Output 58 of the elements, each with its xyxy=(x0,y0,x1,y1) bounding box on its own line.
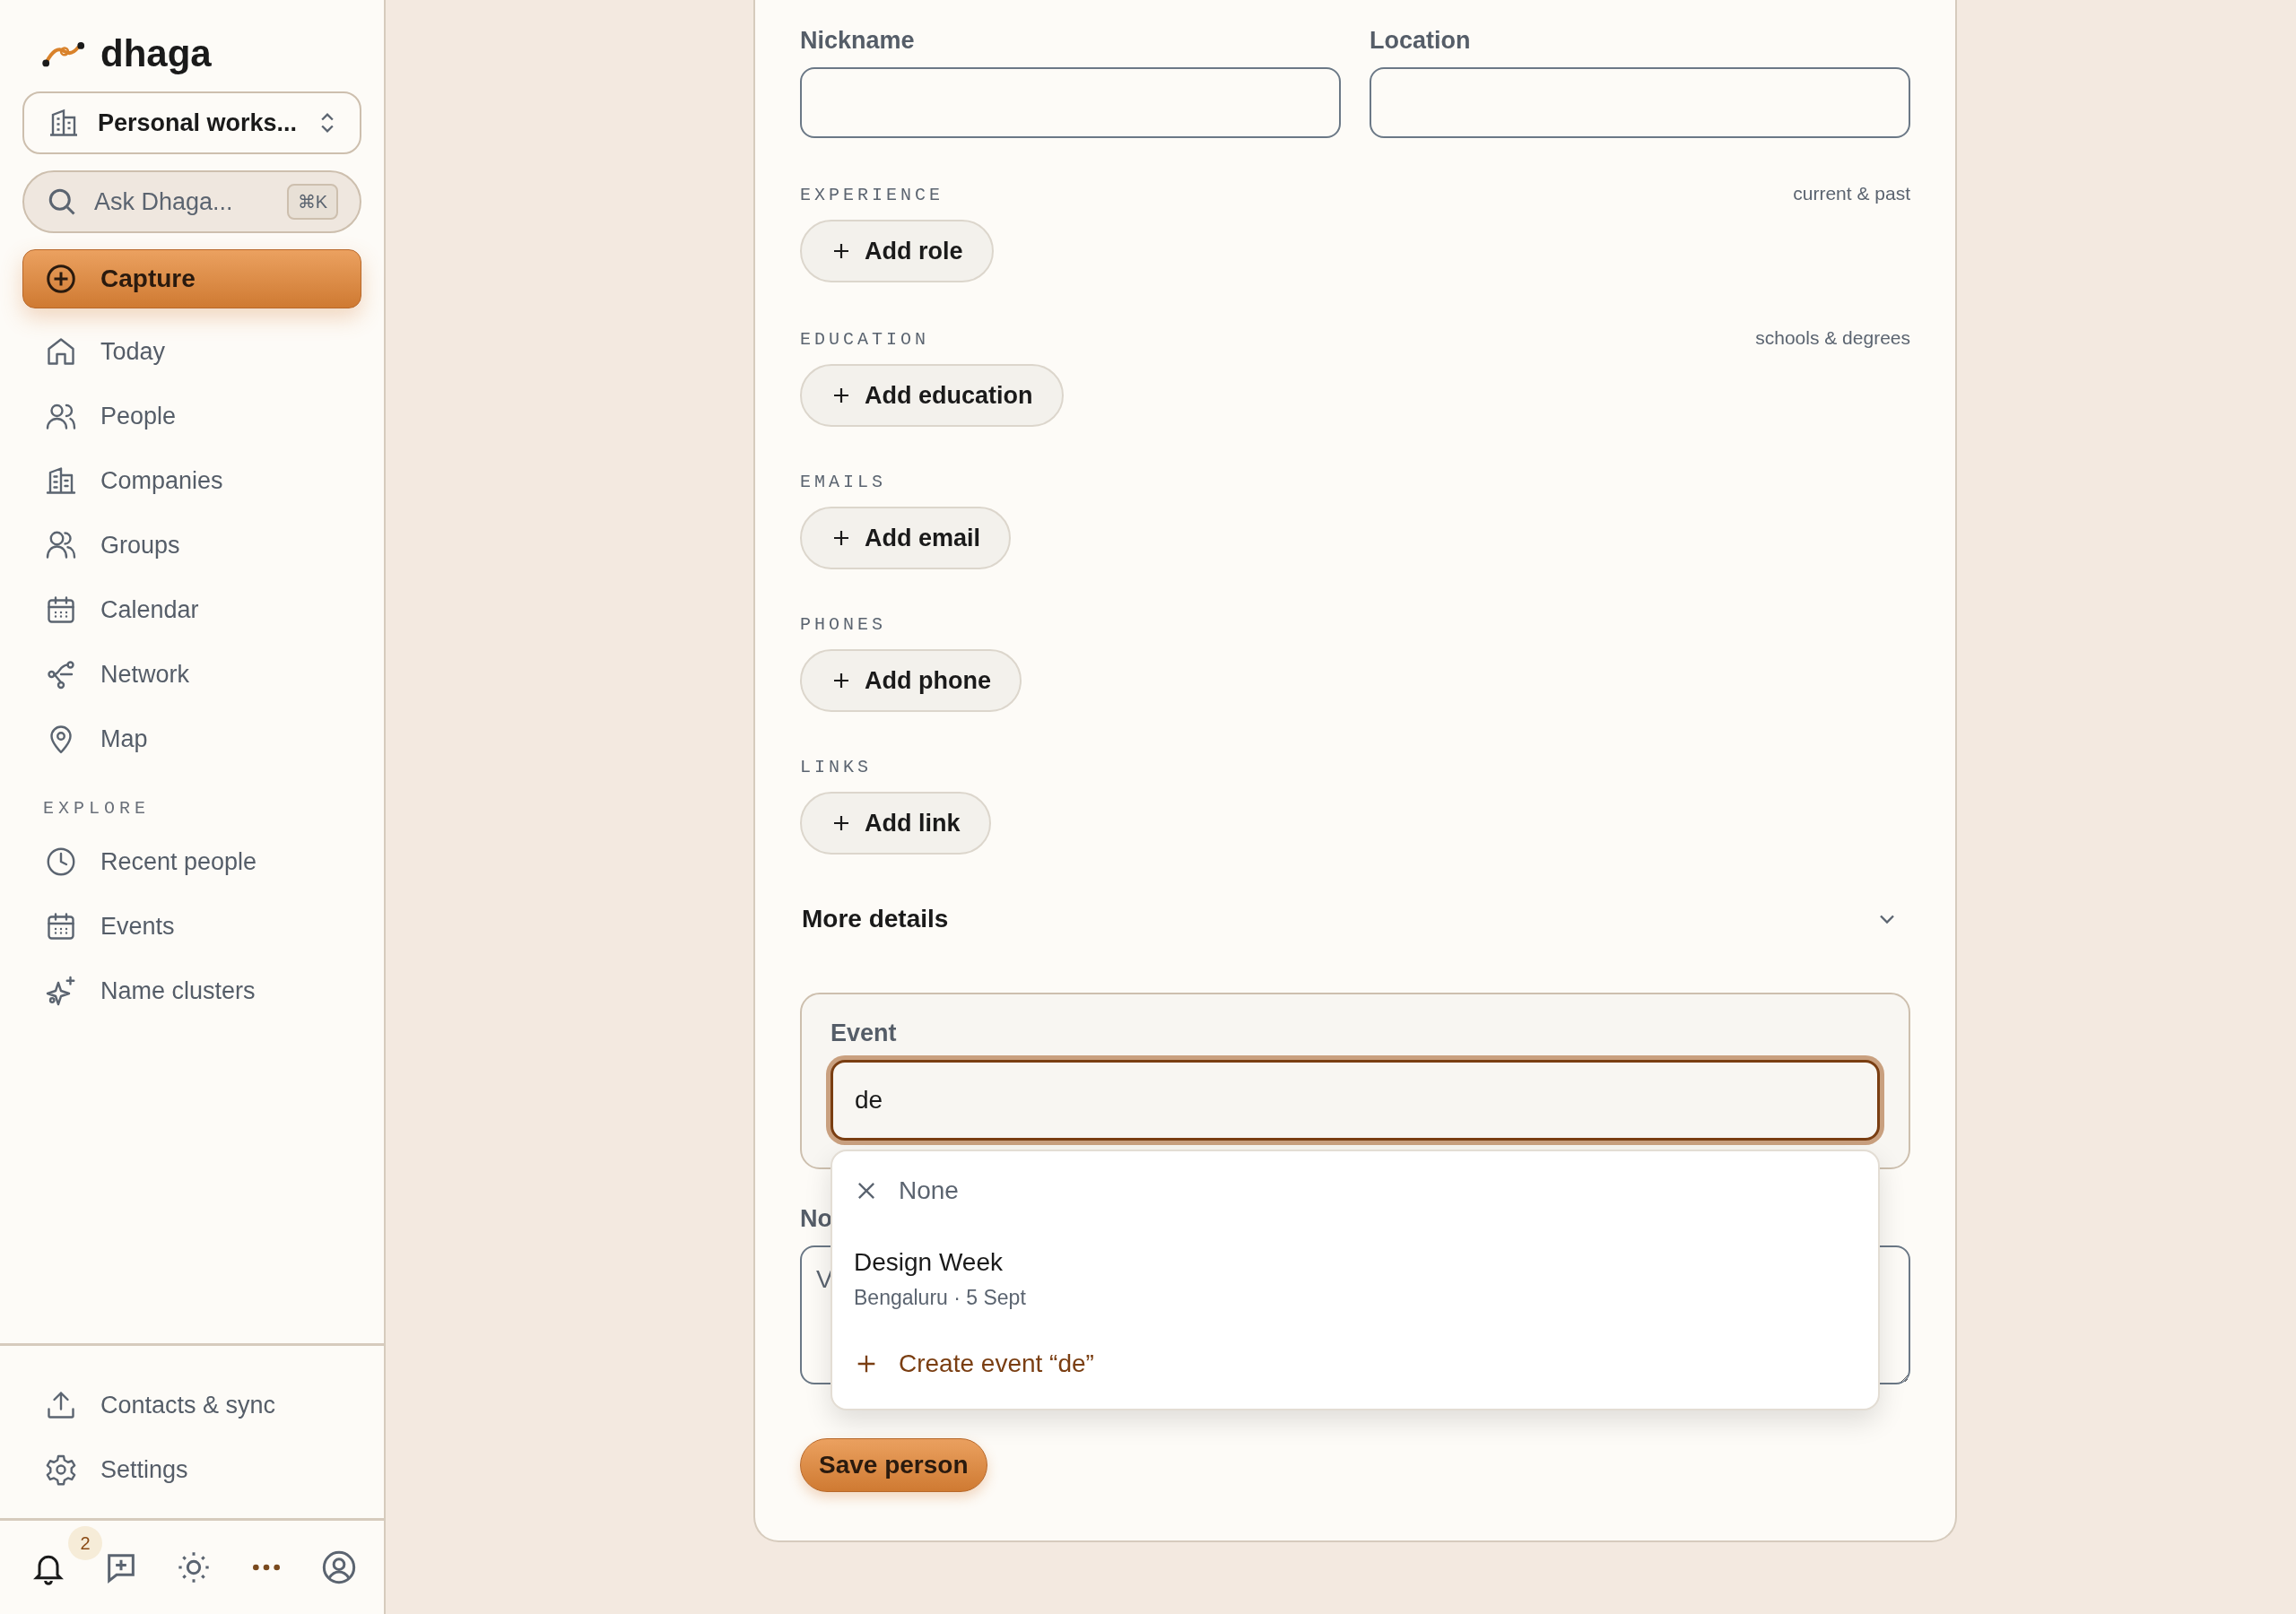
nav-item[interactable]: Companies xyxy=(0,448,384,513)
section-heading: EXPERIENCE xyxy=(800,185,944,205)
home-icon xyxy=(45,335,77,368)
upload-icon xyxy=(45,1389,77,1421)
building-icon xyxy=(48,107,80,139)
field-label: Event xyxy=(831,1020,898,1047)
notification-badge: 2 xyxy=(68,1526,102,1560)
building-icon xyxy=(45,464,77,497)
add-button[interactable]: Add role xyxy=(800,220,994,282)
capture-button[interactable]: Capture xyxy=(22,249,361,308)
brand-name: dhaga xyxy=(100,32,212,75)
field-label: No xyxy=(800,1205,833,1233)
nav-item[interactable]: Contacts & sync xyxy=(0,1373,384,1437)
add-button[interactable]: Add link xyxy=(800,792,991,855)
event-name: Design Week xyxy=(854,1248,1003,1277)
add-button[interactable]: Add email xyxy=(800,507,1012,569)
nav-item[interactable]: Map xyxy=(0,707,384,771)
save-button[interactable]: Save person xyxy=(800,1438,987,1492)
section-heading: EXPLORE xyxy=(42,797,151,820)
search-bar[interactable]: Ask Dhaga... ⌘K xyxy=(22,170,361,233)
workspace-selector[interactable]: Personal works... xyxy=(22,91,361,154)
network-icon xyxy=(45,658,77,690)
event-detail: Bengaluru · 5 Sept xyxy=(854,1286,1026,1310)
shortcut-key: ⌘K xyxy=(286,184,338,220)
section-hint: schools & degrees xyxy=(1755,327,1910,349)
nav-item[interactable]: Recent people xyxy=(0,829,384,894)
dropdown-option[interactable]: Design Week Bengaluru · 5 Sept xyxy=(832,1218,1878,1337)
calendar-icon xyxy=(45,594,77,626)
text-field[interactable] xyxy=(800,67,1341,138)
sparkles-icon xyxy=(45,975,77,1007)
section-heading: EMAILS xyxy=(800,472,886,492)
nav-item[interactable]: People xyxy=(0,384,384,448)
add-button[interactable]: Add phone xyxy=(800,649,1022,712)
section-hint: current & past xyxy=(1793,183,1910,204)
text-field[interactable] xyxy=(1370,67,1910,138)
calendar-icon xyxy=(45,910,77,942)
nav-item[interactable]: Calendar xyxy=(0,577,384,642)
dropdown-option[interactable]: None xyxy=(832,1164,1878,1218)
event-field[interactable]: de xyxy=(831,1060,1880,1141)
add-button[interactable]: Add education xyxy=(800,364,1064,427)
nav-item[interactable]: Network xyxy=(0,642,384,707)
more-details-toggle[interactable]: More details xyxy=(800,905,1910,933)
nav-item[interactable]: Today xyxy=(0,319,384,384)
people-icon xyxy=(45,529,77,561)
field-label: Nickname xyxy=(800,27,916,55)
nav-item[interactable]: Events xyxy=(0,894,384,959)
section-heading: LINKS xyxy=(800,757,872,777)
dropdown-option[interactable]: Create event “de” xyxy=(832,1337,1878,1391)
field-label: Location xyxy=(1370,27,1472,55)
settings-icon xyxy=(45,1453,77,1486)
clock-icon xyxy=(45,846,77,878)
search-field[interactable]: Ask Dhaga... xyxy=(92,187,273,217)
nav-item[interactable]: Name clusters xyxy=(0,959,384,1023)
nav-item[interactable]: Groups xyxy=(0,513,384,577)
section-heading: EDUCATION xyxy=(800,329,930,350)
plus-circle-icon xyxy=(45,263,77,295)
nav-item[interactable]: Settings xyxy=(0,1437,384,1502)
section-heading: PHONES xyxy=(800,614,886,635)
